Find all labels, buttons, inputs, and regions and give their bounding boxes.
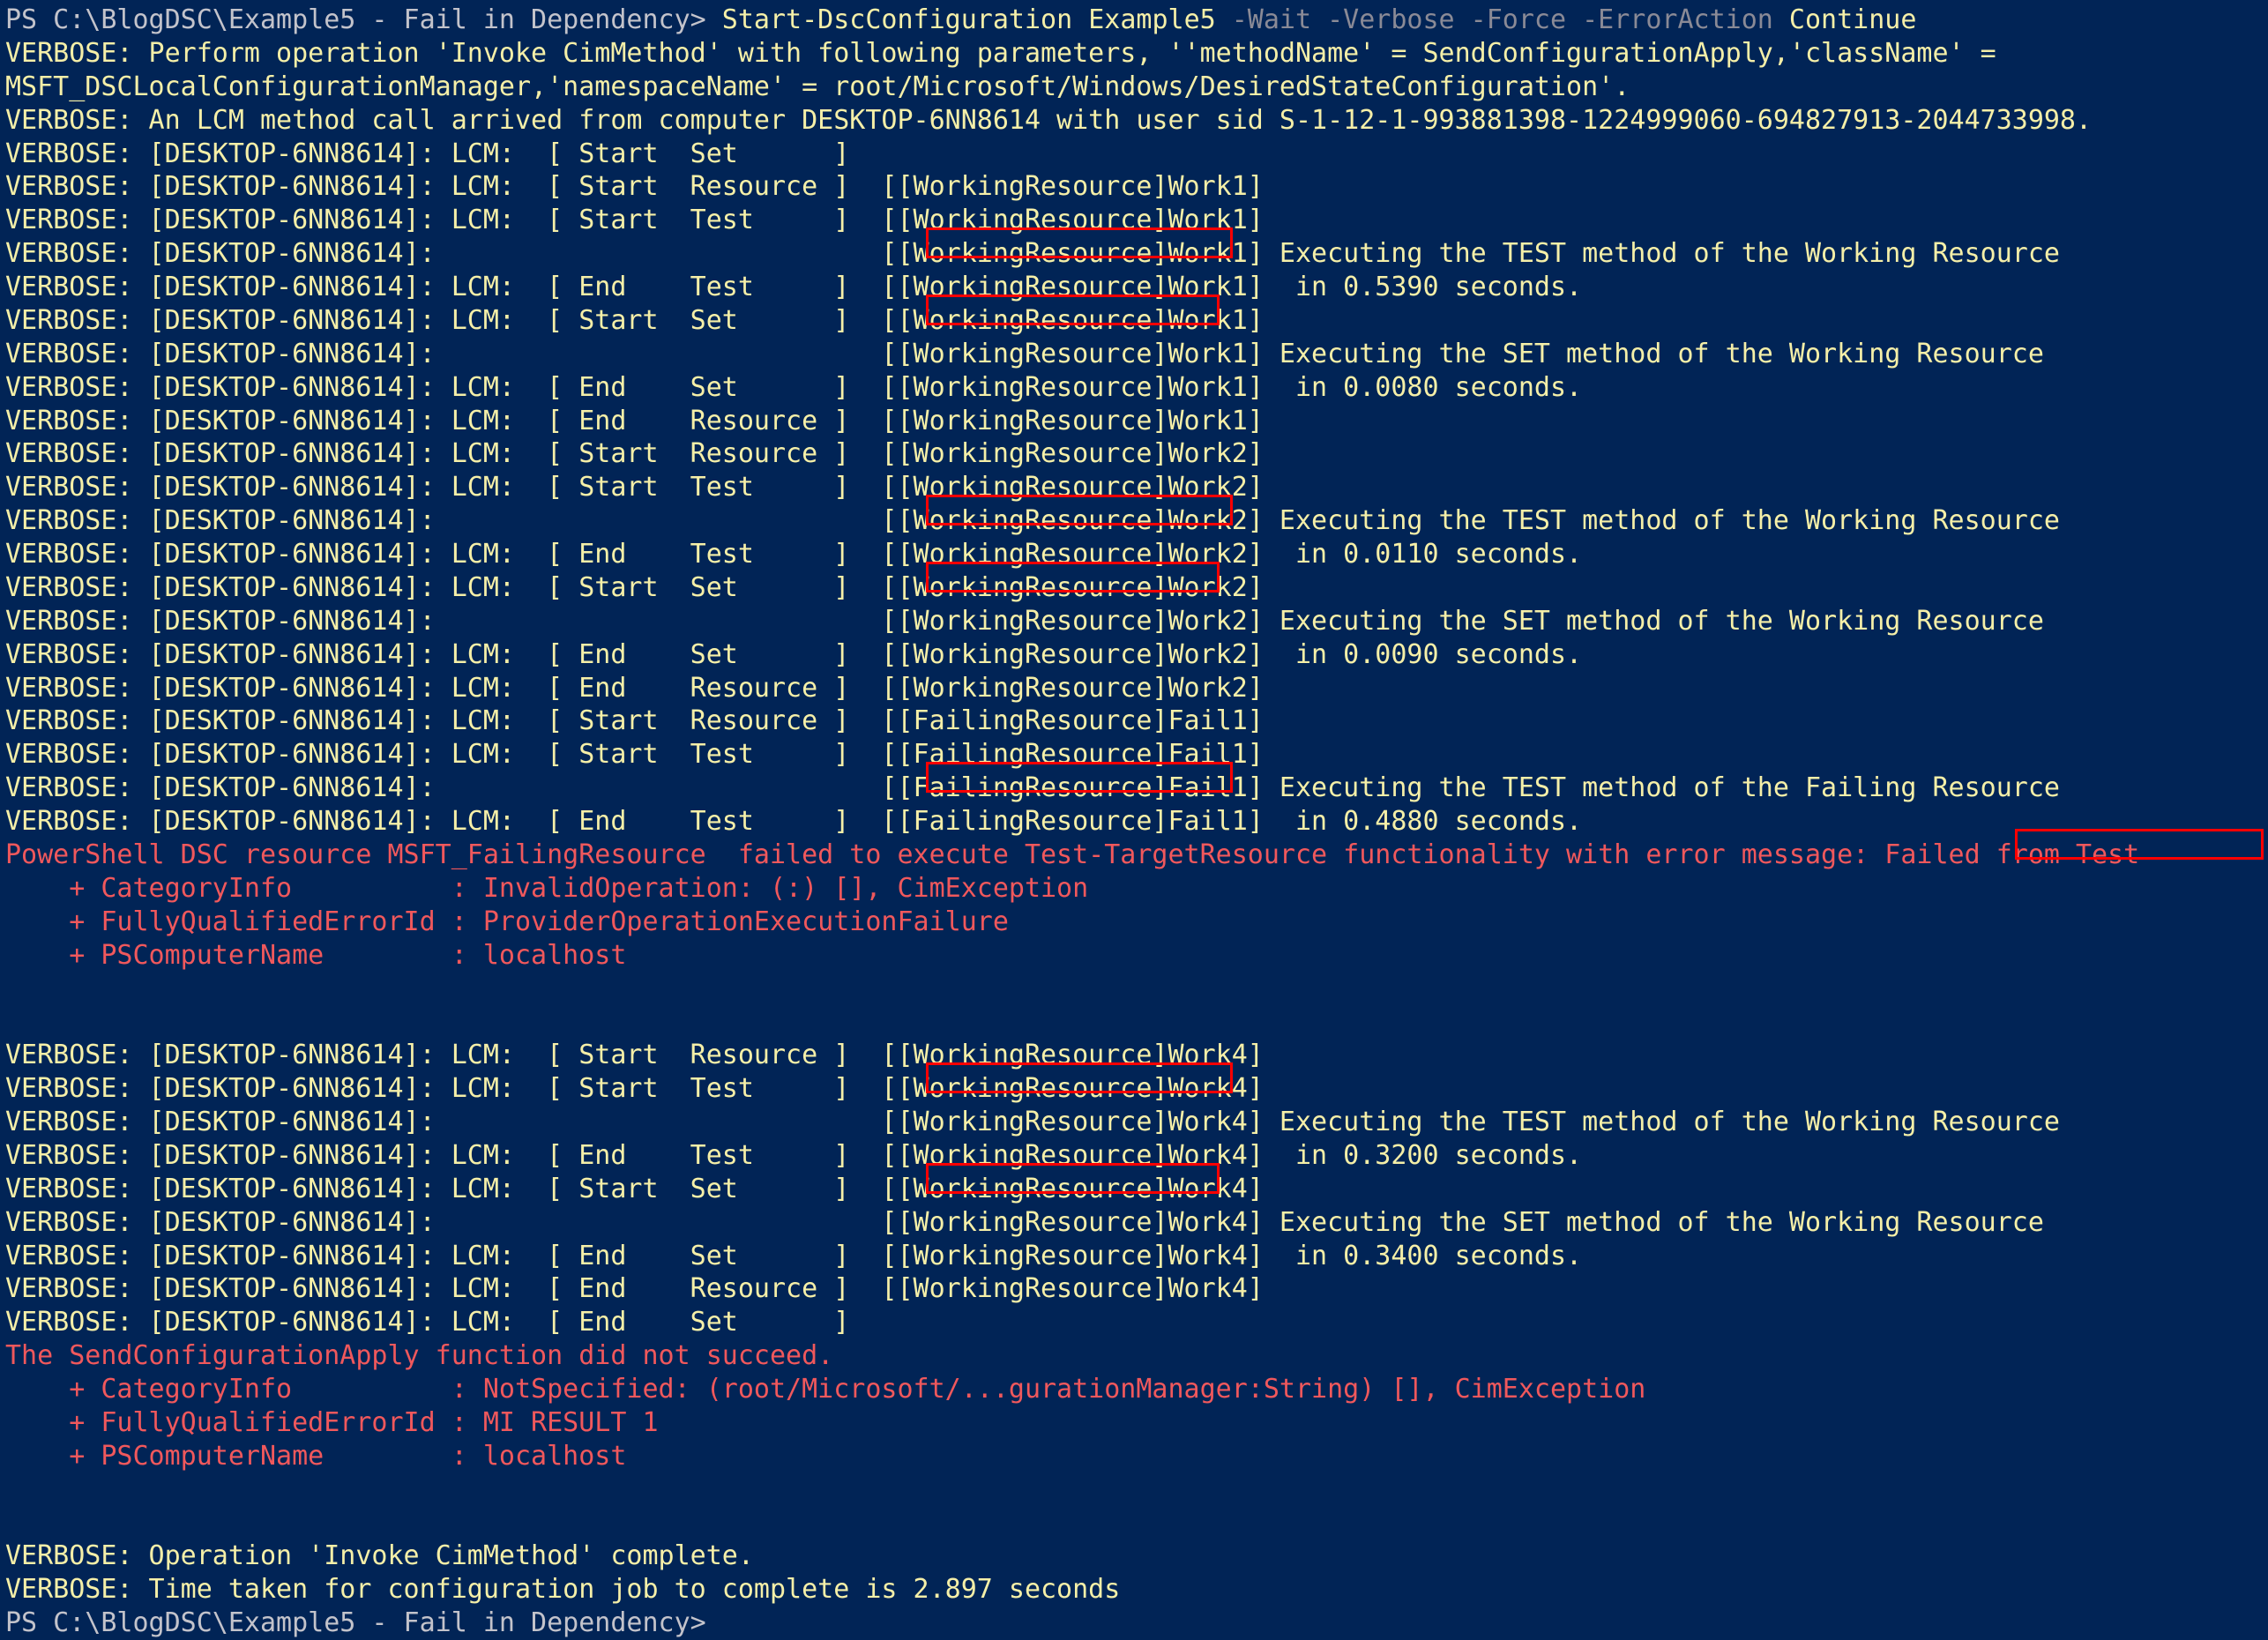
verbose-line: VERBOSE: [DESKTOP-6NN8614]: LCM: [ End S… xyxy=(5,1240,1583,1271)
verbose-line: VERBOSE: [DESKTOP-6NN8614]: LCM: [ End R… xyxy=(5,405,1264,436)
verbose-line: VERBOSE: [DESKTOP-6NN8614]: [[WorkingRes… xyxy=(5,238,2060,270)
verbose-line: VERBOSE: [DESKTOP-6NN8614]: LCM: [ Start… xyxy=(5,138,850,169)
verbose-line: VERBOSE: [DESKTOP-6NN8614]: LCM: [ Start… xyxy=(5,472,1264,503)
verbose-line: VERBOSE: Perform operation 'Invoke CimMe… xyxy=(5,37,1996,69)
verbose-line: VERBOSE: [DESKTOP-6NN8614]: LCM: [ Start… xyxy=(5,571,1264,603)
prompt-path: PS C:\BlogDSC\Example5 - Fail in Depende… xyxy=(5,4,706,35)
error-line: + CategoryInfo : NotSpecified: (root/Mic… xyxy=(5,1374,1646,1405)
verbose-line: VERBOSE: [DESKTOP-6NN8614]: LCM: [ End R… xyxy=(5,672,1264,704)
verbose-line: VERBOSE: Operation 'Invoke CimMethod' co… xyxy=(5,1540,754,1572)
verbose-line: VERBOSE: [DESKTOP-6NN8614]: [[FailingRes… xyxy=(5,772,2060,804)
verbose-line: VERBOSE: [DESKTOP-6NN8614]: LCM: [ End R… xyxy=(5,1273,1264,1305)
verbose-line: VERBOSE: [DESKTOP-6NN8614]: [[WorkingRes… xyxy=(5,1206,2044,1238)
verbose-line: VERBOSE: [DESKTOP-6NN8614]: [[WorkingRes… xyxy=(5,1107,2060,1138)
cmdlet-parameters: -Wait -Verbose -Force -ErrorAction xyxy=(1231,4,1773,35)
cmdlet-argument: Continue xyxy=(1772,4,1917,35)
cmdlet-name: Start-DscConfiguration Example5 xyxy=(705,4,1232,35)
verbose-line: VERBOSE: [DESKTOP-6NN8614]: LCM: [ Start… xyxy=(5,1173,1264,1204)
verbose-line: VERBOSE: [DESKTOP-6NN8614]: LCM: [ Start… xyxy=(5,705,1264,737)
verbose-line: VERBOSE: Time taken for configuration jo… xyxy=(5,1574,1121,1606)
command-line: PS C:\BlogDSC\Example5 - Fail in Depende… xyxy=(5,4,1916,37)
error-line: + PSComputerName : localhost xyxy=(5,1440,627,1472)
verbose-line: VERBOSE: [DESKTOP-6NN8614]: LCM: [ Start… xyxy=(5,304,1264,336)
powershell-console[interactable]: PS C:\BlogDSC\Example5 - Fail in Depende… xyxy=(0,0,2268,1638)
verbose-line: VERBOSE: [DESKTOP-6NN8614]: LCM: [ End T… xyxy=(5,539,1583,570)
verbose-line: VERBOSE: [DESKTOP-6NN8614]: LCM: [ Start… xyxy=(5,739,1264,771)
prompt-line: PS C:\BlogDSC\Example5 - Fail in Depende… xyxy=(5,1607,706,1639)
error-line: + CategoryInfo : InvalidOperation: (:) [… xyxy=(5,872,1089,904)
error-line: + FullyQualifiedErrorId : ProviderOperat… xyxy=(5,906,1009,937)
verbose-line: VERBOSE: [DESKTOP-6NN8614]: [[WorkingRes… xyxy=(5,505,2060,537)
verbose-line: VERBOSE: [DESKTOP-6NN8614]: LCM: [ End T… xyxy=(5,806,1583,838)
verbose-line: VERBOSE: [DESKTOP-6NN8614]: LCM: [ End S… xyxy=(5,1307,850,1338)
verbose-line: VERBOSE: [DESKTOP-6NN8614]: LCM: [ Start… xyxy=(5,171,1264,203)
verbose-line: VERBOSE: [DESKTOP-6NN8614]: LCM: [ End S… xyxy=(5,638,1583,670)
error-line: + PSComputerName : localhost xyxy=(5,939,627,971)
verbose-line: VERBOSE: [DESKTOP-6NN8614]: LCM: [ Start… xyxy=(5,205,1264,236)
verbose-line: VERBOSE: [DESKTOP-6NN8614]: [[WorkingRes… xyxy=(5,338,2044,369)
error-line: PowerShell DSC resource MSFT_FailingReso… xyxy=(5,839,2140,870)
error-line: + FullyQualifiedErrorId : MI RESULT 1 xyxy=(5,1406,659,1438)
verbose-line: MSFT_DSCLocalConfigurationManager,'names… xyxy=(5,71,1630,102)
verbose-line: VERBOSE: [DESKTOP-6NN8614]: LCM: [ Start… xyxy=(5,438,1264,470)
verbose-line: VERBOSE: An LCM method call arrived from… xyxy=(5,104,2093,136)
verbose-line: VERBOSE: [DESKTOP-6NN8614]: LCM: [ Start… xyxy=(5,1040,1264,1071)
verbose-line: VERBOSE: [DESKTOP-6NN8614]: [[WorkingRes… xyxy=(5,605,2044,637)
verbose-line: VERBOSE: [DESKTOP-6NN8614]: LCM: [ End T… xyxy=(5,1139,1583,1171)
verbose-line: VERBOSE: [DESKTOP-6NN8614]: LCM: [ End S… xyxy=(5,371,1583,403)
verbose-line: VERBOSE: [DESKTOP-6NN8614]: LCM: [ Start… xyxy=(5,1073,1264,1105)
error-line: The SendConfigurationApply function did … xyxy=(5,1340,834,1372)
verbose-line: VERBOSE: [DESKTOP-6NN8614]: LCM: [ End T… xyxy=(5,272,1583,303)
